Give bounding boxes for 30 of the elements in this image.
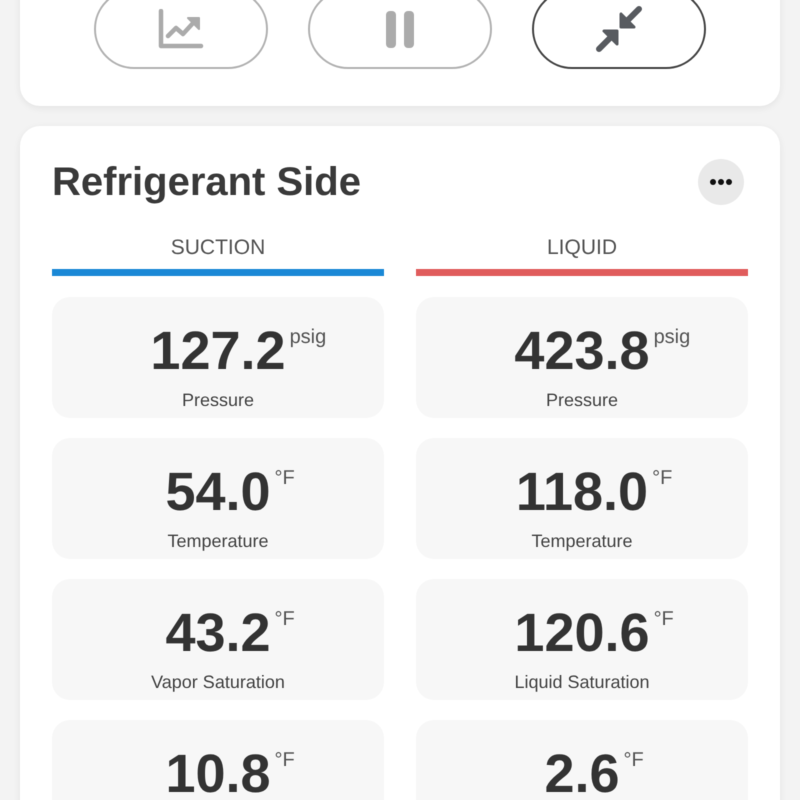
reading-unit: °F	[274, 468, 295, 488]
reading-label: Pressure	[182, 390, 254, 410]
reading-value: 10.8	[165, 744, 271, 800]
reading-label: Pressure	[546, 390, 618, 410]
reading-value: 120.6	[514, 603, 650, 663]
ellipsis-icon	[710, 179, 732, 185]
reading-value: 54.0	[165, 462, 271, 522]
pause-icon	[386, 10, 414, 48]
reading-unit: psig	[654, 327, 690, 347]
column-heading: LIQUID	[546, 235, 617, 261]
reading-value: 43.2	[165, 603, 271, 663]
panel-title: Refrigerant Side	[52, 159, 361, 205]
reading-unit: °F	[654, 609, 674, 629]
reading-label: Vapor Saturation	[151, 672, 285, 692]
reading-value: 118.0	[516, 462, 648, 522]
reading-value: 2.6	[544, 744, 620, 800]
reading-unit: °F	[274, 609, 295, 629]
reading-unit: psig	[290, 327, 326, 347]
column-heading: SUCTION	[170, 235, 266, 261]
reading-unit: °F	[652, 468, 672, 488]
reading-value: 423.8	[514, 321, 650, 381]
chart-icon	[158, 9, 204, 49]
more-button[interactable]	[698, 159, 744, 205]
reading-value: 127.2	[150, 321, 286, 381]
arrows-inward-icon	[595, 5, 643, 53]
reading-label: Liquid Saturation	[514, 672, 650, 692]
reading-label: Temperature	[167, 531, 269, 551]
reading-unit: °F	[624, 750, 644, 770]
reading-unit: °F	[274, 750, 295, 770]
reading-label: Temperature	[531, 531, 633, 551]
